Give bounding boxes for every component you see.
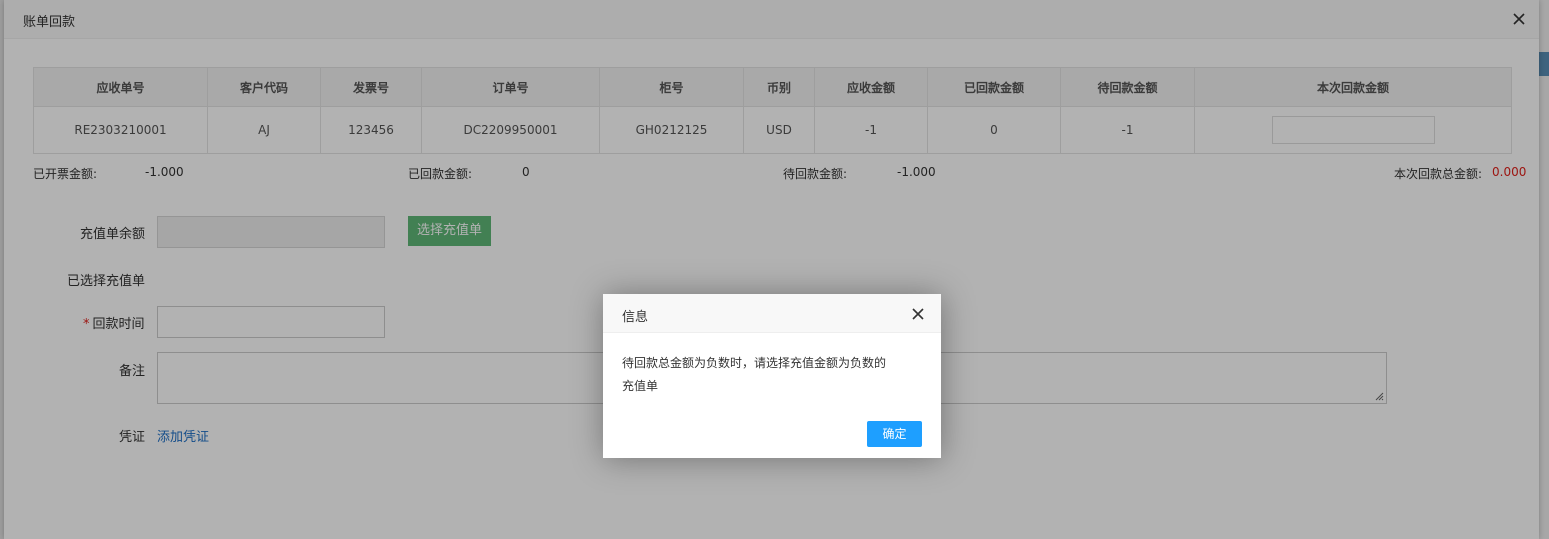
dialog-message: 待回款总金额为负数时，请选择充值金额为负数的 充值单 bbox=[622, 352, 922, 398]
modal-overlay bbox=[0, 0, 1549, 539]
ok-button[interactable]: 确定 bbox=[867, 421, 922, 447]
info-dialog: 信息 待回款总金额为负数时，请选择充值金额为负数的 充值单 确定 bbox=[603, 294, 941, 458]
dialog-message-line: 充值单 bbox=[622, 379, 659, 393]
dialog-title: 信息 bbox=[622, 310, 649, 325]
dialog-message-line: 待回款总金额为负数时，请选择充值金额为负数的 bbox=[622, 356, 887, 370]
close-icon[interactable] bbox=[911, 307, 925, 321]
dialog-header: 信息 bbox=[603, 294, 941, 333]
